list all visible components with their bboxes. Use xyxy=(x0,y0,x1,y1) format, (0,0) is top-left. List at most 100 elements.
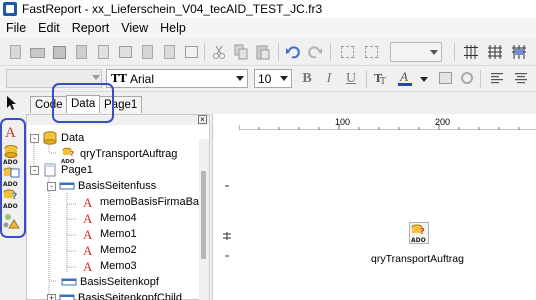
tree-node-memo[interactable]: A Memo3 xyxy=(81,258,137,274)
new-report-icon[interactable] xyxy=(6,43,24,61)
svg-text:ADO: ADO xyxy=(3,159,18,165)
new-page-icon[interactable] xyxy=(94,43,112,61)
rotate-icon[interactable] xyxy=(458,69,476,87)
ruler-label: 100 xyxy=(335,117,351,127)
report-canvas[interactable]: ? ADO qryTransportAuftrag xyxy=(239,134,536,300)
svg-text:T: T xyxy=(380,77,386,87)
cut-icon[interactable] xyxy=(210,43,228,61)
tab-data[interactable]: Data xyxy=(66,95,101,113)
band-icon xyxy=(59,179,75,193)
redo-icon[interactable] xyxy=(306,43,324,61)
tree-node-memo[interactable]: A Memo2 xyxy=(81,242,137,258)
expand-icon[interactable]: + xyxy=(47,293,56,300)
tree-node-query[interactable]: ? ADO qryTransportAuftrag xyxy=(61,146,177,165)
text-object-icon[interactable]: A xyxy=(2,122,21,143)
highlight-icon[interactable] xyxy=(436,69,454,87)
svg-text:A: A xyxy=(399,69,408,84)
style-combo[interactable] xyxy=(6,69,102,88)
chevron-down-icon xyxy=(236,76,244,81)
save-disk-icon[interactable] xyxy=(50,43,68,61)
scrollbar-thumb[interactable] xyxy=(201,171,206,259)
align-to-grid-icon[interactable] xyxy=(486,43,504,61)
align-center-icon[interactable] xyxy=(512,69,530,87)
page-icon xyxy=(42,163,58,177)
font-size-combo[interactable]: 10 xyxy=(254,69,292,88)
menu-edit[interactable]: Edit xyxy=(32,21,66,35)
undo-icon[interactable] xyxy=(284,43,302,61)
standard-toolbar xyxy=(0,38,536,66)
collapse-icon[interactable]: - xyxy=(47,181,56,191)
font-color-chevron-down-icon[interactable] xyxy=(420,77,428,82)
select-pointer-icon[interactable] xyxy=(4,94,20,111)
title-bar: FastReport - xx_Lieferschein_V04_tecAID_… xyxy=(0,0,536,18)
memo-icon: A xyxy=(81,195,97,210)
paste-icon[interactable] xyxy=(254,43,272,61)
collapse-icon[interactable]: - xyxy=(30,133,39,143)
tree-node-data[interactable]: - Data xyxy=(30,130,84,146)
bold-button[interactable]: B xyxy=(298,69,316,89)
report-tree-panel: × - Data ? ADO qryTransportAuftrag - Page… xyxy=(26,114,210,300)
copy-icon[interactable] xyxy=(232,43,250,61)
zoom-combo[interactable] xyxy=(390,42,442,62)
tree-node-label: BasisSeitenfuss xyxy=(78,180,157,192)
menu-help[interactable]: Help xyxy=(154,21,192,35)
preview-icon[interactable] xyxy=(72,43,90,61)
font-size-value: 10 xyxy=(258,71,272,86)
component-label: qryTransportAuftrag xyxy=(371,253,464,265)
memo-icon: A xyxy=(81,211,97,226)
tree-node-label: Memo3 xyxy=(100,260,137,272)
truetype-icon: TT xyxy=(111,72,127,85)
group-icon[interactable] xyxy=(338,43,356,61)
underline-button[interactable]: U xyxy=(342,69,360,89)
ado-query-icon[interactable]: ? ADO xyxy=(2,188,21,210)
font-settings-icon[interactable]: TT xyxy=(372,69,390,87)
new-dialog-icon[interactable] xyxy=(116,43,134,61)
ado-query-icon[interactable]: ? ADO xyxy=(409,222,429,244)
svg-text:A: A xyxy=(83,195,93,209)
ruler-ticks xyxy=(223,185,231,257)
menu-view[interactable]: View xyxy=(115,21,154,35)
tree-node-label: memoBasisFirmaBa xyxy=(100,196,200,208)
tree-node-memo[interactable]: A Memo4 xyxy=(81,210,137,226)
tree-node-band[interactable]: - BasisSeitenfuss xyxy=(47,178,156,194)
ado-database-icon[interactable]: ADO xyxy=(2,144,21,166)
italic-button[interactable]: I xyxy=(320,69,338,89)
tree-scrollbar[interactable] xyxy=(199,139,209,300)
tree-node-label: Memo2 xyxy=(100,244,137,256)
tree-node-memo[interactable]: A Memo1 xyxy=(81,226,137,242)
svg-text:?: ? xyxy=(12,192,17,202)
memo-icon: A xyxy=(81,227,97,242)
variables-icon[interactable] xyxy=(182,43,200,61)
menu-file[interactable]: File xyxy=(0,21,32,35)
tree-node-band[interactable]: BasisSeitenkopf xyxy=(61,274,159,290)
font-name-combo[interactable]: TT Arial xyxy=(106,69,248,88)
memo-icon: A xyxy=(81,243,97,258)
tab-page1[interactable]: Page1 xyxy=(99,96,143,113)
page-setup-icon[interactable] xyxy=(160,43,178,61)
memo-icon: A xyxy=(81,259,97,274)
font-name-value: Arial xyxy=(129,71,154,86)
tab-code[interactable]: Code xyxy=(30,96,68,113)
chevron-down-icon xyxy=(430,50,438,55)
tree-node-label: Memo1 xyxy=(100,228,137,240)
open-folder-icon[interactable] xyxy=(28,43,46,61)
svg-text:ADO: ADO xyxy=(3,203,18,209)
fit-to-grid-icon[interactable] xyxy=(510,43,528,61)
tree-node-page1[interactable]: - Page1 xyxy=(30,162,93,178)
align-left-icon[interactable] xyxy=(488,69,506,87)
delete-page-icon[interactable] xyxy=(138,43,156,61)
fastreport-app-icon xyxy=(3,2,17,16)
tree-node-band[interactable]: + BasisSeitenkopfChild xyxy=(47,290,182,300)
tree-node-memo[interactable]: A memoBasisFirmaBa xyxy=(81,194,199,210)
ado-table-icon[interactable]: ADO xyxy=(2,166,21,188)
menu-report[interactable]: Report xyxy=(66,21,116,35)
shapes-icon[interactable] xyxy=(2,210,21,231)
top-ruler: 100 200 xyxy=(239,116,536,130)
svg-text:ADO: ADO xyxy=(411,237,426,244)
collapse-icon[interactable]: - xyxy=(30,165,39,175)
band-icon xyxy=(59,291,75,300)
font-color-icon[interactable]: A xyxy=(396,69,414,87)
style-chevron-down-icon xyxy=(92,75,100,80)
ungroup-icon[interactable] xyxy=(362,43,380,61)
show-grid-icon[interactable] xyxy=(462,43,480,61)
